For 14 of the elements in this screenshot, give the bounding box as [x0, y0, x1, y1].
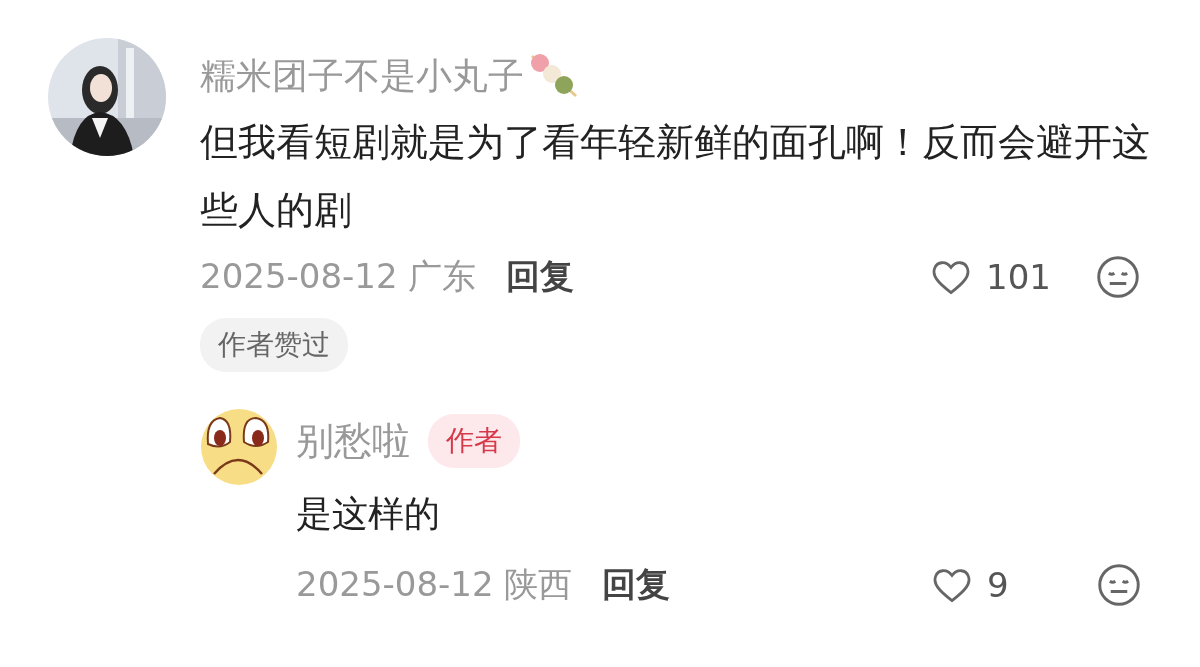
author-liked-badge: 作者赞过	[200, 318, 348, 372]
like-count: 9	[987, 565, 1010, 605]
expressionless-face-icon[interactable]	[1096, 255, 1140, 299]
comment-date-location: 2025-08-12 广东	[200, 255, 477, 298]
reply-date-location: 2025-08-12 陕西	[296, 563, 573, 606]
like-count: 101	[986, 257, 1052, 297]
author-badge: 作者	[428, 414, 520, 468]
heart-icon[interactable]	[931, 566, 973, 604]
reply-link[interactable]: 回复	[602, 562, 671, 608]
reply-link[interactable]: 回复	[506, 254, 575, 300]
reply-text: 是这样的	[296, 492, 441, 536]
heart-icon[interactable]	[930, 258, 972, 296]
comment-text: 但我看短剧就是为了看年轻新鲜的面孔啊！反而会避开这些人的剧	[200, 119, 1151, 234]
expressionless-face-icon[interactable]	[1097, 563, 1141, 607]
